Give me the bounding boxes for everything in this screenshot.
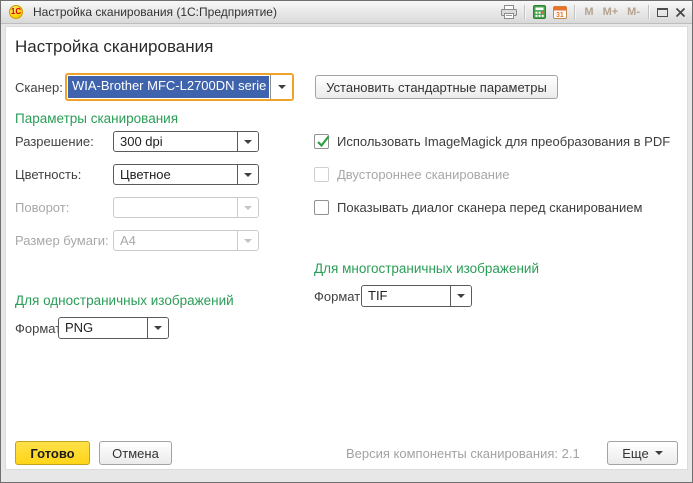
resolution-label: Разрешение: (15, 134, 94, 149)
single-page-header: Для одностраничных изображений (15, 293, 234, 308)
resolution-value[interactable]: 300 dpi (114, 132, 237, 151)
scan-params-header: Параметры сканирования (15, 111, 178, 126)
color-mode-label: Цветность: (15, 167, 81, 182)
paper-size-dropdown-arrow (237, 231, 258, 250)
scanner-combobox[interactable]: WIA-Brother MFC-L2700DN serie (65, 73, 294, 101)
scanner-dropdown-arrow[interactable] (270, 75, 292, 99)
more-button-label: Еще (622, 446, 648, 461)
duplex-scan-option: Двустороннее сканирование (314, 167, 509, 182)
rotation-dropdown-arrow (237, 198, 258, 217)
1c-logo-icon: 1С (9, 5, 23, 19)
duplex-scan-label: Двустороннее сканирование (337, 167, 509, 182)
calendar-icon[interactable]: 31 (553, 5, 567, 19)
use-imagemagick-option[interactable]: Использовать ImageMagick для преобразова… (314, 134, 670, 149)
dialog-body: Настройка сканирования Сканер: WIA-Broth… (6, 27, 687, 469)
multi-page-format-label: Формат: (314, 289, 364, 304)
show-scanner-dialog-label[interactable]: Показывать диалог сканера перед сканиров… (337, 200, 642, 215)
scanner-value[interactable]: WIA-Brother MFC-L2700DN serie (68, 76, 269, 98)
cancel-button[interactable]: Отмена (99, 441, 172, 465)
rotation-value (114, 198, 237, 217)
titlebar-separator (648, 5, 650, 19)
checkbox-checked-icon[interactable] (314, 134, 329, 149)
print-icon[interactable] (501, 5, 517, 19)
single-page-format-value[interactable]: PNG (59, 318, 147, 338)
multi-page-format-value[interactable]: TIF (362, 286, 450, 306)
multi-page-format-dropdown-arrow[interactable] (450, 286, 471, 306)
checkbox-unchecked-icon[interactable] (314, 200, 329, 215)
multi-page-header: Для многостраничных изображений (314, 261, 539, 276)
titlebar-separator (574, 5, 576, 19)
component-version-text: Версия компоненты сканирования: 2.1 (346, 446, 580, 461)
resolution-combobox[interactable]: 300 dpi (113, 131, 259, 152)
memory-m-minus-button[interactable]: M- (626, 6, 641, 18)
memory-m-button[interactable]: M (583, 6, 594, 18)
multi-page-format-combobox[interactable]: TIF (361, 285, 472, 307)
color-mode-combobox[interactable]: Цветное (113, 164, 259, 185)
memory-m-plus-button[interactable]: M+ (602, 6, 620, 18)
scan-settings-window: 1С Настройка сканирования (1С:Предприяти… (0, 0, 693, 483)
chevron-down-icon (655, 451, 663, 455)
paper-size-value: A4 (114, 231, 237, 250)
resolution-dropdown-arrow[interactable] (237, 132, 258, 151)
paper-size-label: Размер бумаги: (15, 233, 109, 248)
color-mode-dropdown-arrow[interactable] (237, 165, 258, 184)
checkbox-disabled-icon (314, 167, 329, 182)
close-icon[interactable] (675, 7, 686, 18)
page-title: Настройка сканирования (15, 37, 213, 57)
set-defaults-button[interactable]: Установить стандартные параметры (315, 75, 558, 99)
titlebar: 1С Настройка сканирования (1С:Предприяти… (1, 1, 692, 24)
rotation-combobox (113, 197, 259, 218)
more-button[interactable]: Еще (607, 441, 678, 465)
rotation-label: Поворот: (15, 200, 69, 215)
calculator-icon[interactable] (533, 5, 546, 19)
window-title: Настройка сканирования (1С:Предприятие) (33, 5, 277, 19)
scanner-label: Сканер: (15, 80, 63, 95)
single-page-format-combobox[interactable]: PNG (58, 317, 169, 339)
maximize-icon[interactable] (657, 7, 668, 17)
titlebar-separator (524, 5, 526, 19)
paper-size-combobox: A4 (113, 230, 259, 251)
use-imagemagick-label[interactable]: Использовать ImageMagick для преобразова… (337, 134, 670, 149)
done-button[interactable]: Готово (15, 441, 90, 465)
show-scanner-dialog-option[interactable]: Показывать диалог сканера перед сканиров… (314, 200, 642, 215)
single-page-format-dropdown-arrow[interactable] (147, 318, 168, 338)
color-mode-value[interactable]: Цветное (114, 165, 237, 184)
svg-text:31: 31 (556, 12, 564, 19)
